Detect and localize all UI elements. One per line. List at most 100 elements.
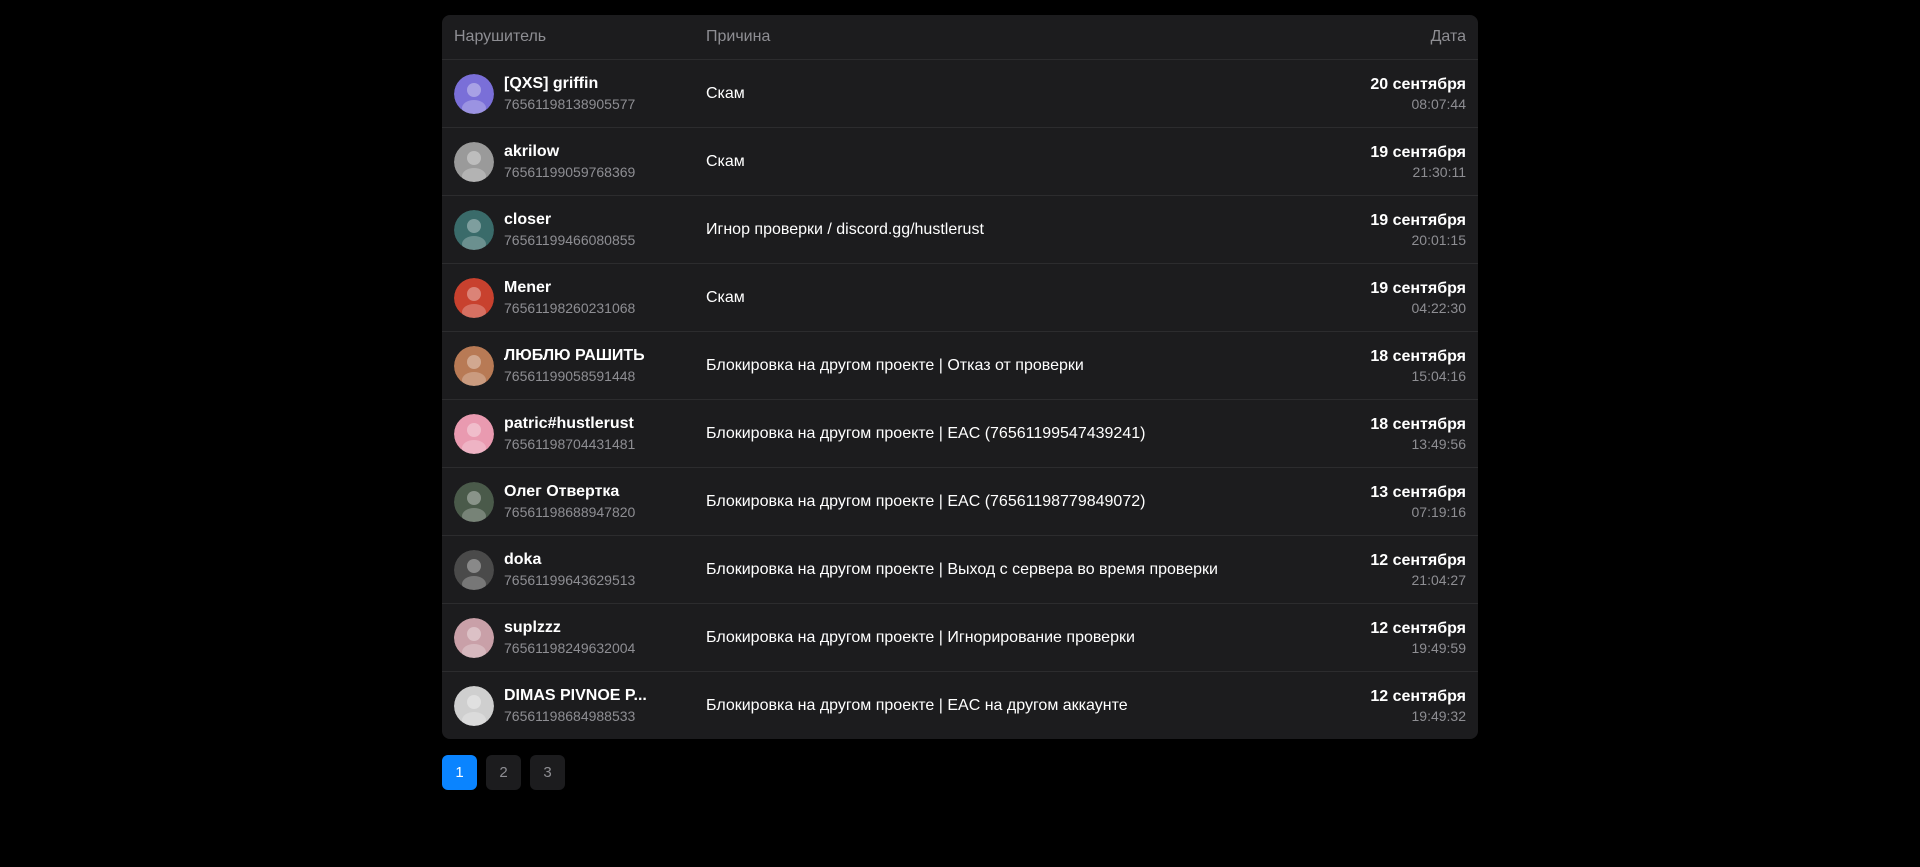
ban-reason: Блокировка на другом проекте | Отказ от …	[706, 356, 1084, 374]
page-button-2[interactable]: 2	[486, 755, 521, 790]
ban-time: 15:04:16	[1411, 367, 1467, 384]
steam-id: 76561198138905577	[504, 95, 636, 112]
user-name[interactable]: suplzzz	[504, 618, 635, 638]
user-info: ЛЮБЛЮ РАШИТЬ 76561199058591448	[504, 346, 645, 386]
pagination: 123	[442, 755, 1478, 790]
avatar-icon	[454, 73, 494, 114]
user-name[interactable]: [QXS] griffin	[504, 74, 635, 94]
user-info: suplzzz 76561198249632004	[504, 618, 635, 658]
user-info: akrilow 76561199059768369	[504, 142, 635, 182]
table-body: [QXS] griffin 76561198138905577 Скам 20 …	[442, 59, 1478, 739]
table-header: Нарушитель Причина Дата	[442, 15, 1478, 59]
ban-time: 20:01:15	[1411, 231, 1467, 248]
bans-table: Нарушитель Причина Дата [QXS] griffin 76…	[442, 15, 1478, 739]
user-info: DIMAS PIVNOE P... 76561198684988533	[504, 686, 647, 726]
steam-id: 76561199059768369	[504, 163, 636, 180]
avatar-icon	[454, 277, 494, 318]
table-row[interactable]: DIMAS PIVNOE P... 76561198684988533 Блок…	[442, 671, 1478, 739]
user-name[interactable]: Олег Отвертка	[504, 482, 635, 502]
table-row[interactable]: akrilow 76561199059768369 Скам 19 сентяб…	[442, 127, 1478, 195]
page-button-1[interactable]: 1	[442, 755, 477, 790]
table-row[interactable]: closer 76561199466080855 Игнор проверки …	[442, 195, 1478, 263]
avatar[interactable]	[454, 277, 494, 318]
avatar-icon	[454, 209, 494, 250]
table-row[interactable]: Олег Отвертка 76561198688947820 Блокиров…	[442, 467, 1478, 535]
ban-reason: Скам	[706, 84, 745, 102]
ban-reason: Блокировка на другом проекте | EAC на др…	[706, 696, 1128, 714]
table-row[interactable]: [QXS] griffin 76561198138905577 Скам 20 …	[442, 59, 1478, 127]
avatar[interactable]	[454, 73, 494, 114]
ban-reason: Блокировка на другом проекте | Игнориров…	[706, 628, 1135, 646]
ban-date: 19 сентября	[1370, 279, 1466, 297]
ban-date: 20 сентября	[1370, 75, 1466, 93]
ban-reason: Игнор проверки / discord.gg/hustlerust	[706, 220, 984, 238]
avatar-icon	[454, 481, 494, 522]
user-name[interactable]: doka	[504, 550, 635, 570]
ban-date-cell: 19 сентября 21:30:11	[1266, 143, 1466, 181]
table-row[interactable]: doka 76561199643629513 Блокировка на дру…	[442, 535, 1478, 603]
ban-date: 19 сентября	[1370, 143, 1466, 161]
steam-id: 76561199466080855	[504, 231, 636, 248]
table-row[interactable]: ЛЮБЛЮ РАШИТЬ 76561199058591448 Блокировк…	[442, 331, 1478, 399]
table-row[interactable]: patric#hustlerust 76561198704431481 Блок…	[442, 399, 1478, 467]
ban-time: 08:07:44	[1411, 95, 1467, 112]
steam-id: 76561199058591448	[504, 367, 636, 384]
header-reason: Причина	[706, 28, 771, 45]
steam-id: 76561198688947820	[504, 503, 636, 520]
steam-id: 76561198260231068	[504, 299, 636, 316]
ban-time: 19:49:32	[1411, 707, 1467, 724]
ban-date-cell: 19 сентября 04:22:30	[1266, 279, 1466, 317]
steam-id: 76561198684988533	[504, 707, 636, 724]
steam-id: 76561198704431481	[504, 435, 636, 452]
ban-time: 19:49:59	[1411, 639, 1467, 656]
avatar[interactable]	[454, 413, 494, 454]
avatar[interactable]	[454, 481, 494, 522]
avatar[interactable]	[454, 345, 494, 386]
user-name[interactable]: Mener	[504, 278, 635, 298]
header-offender: Нарушитель	[454, 28, 547, 45]
table-row[interactable]: Mener 76561198260231068 Скам 19 сентября…	[442, 263, 1478, 331]
table-row[interactable]: suplzzz 76561198249632004 Блокировка на …	[442, 603, 1478, 671]
ban-reason: Блокировка на другом проекте | Выход с с…	[706, 560, 1218, 578]
ban-time: 04:22:30	[1411, 299, 1467, 316]
offender-cell: akrilow 76561199059768369	[454, 141, 706, 182]
offender-cell: suplzzz 76561198249632004	[454, 617, 706, 658]
ban-date-cell: 18 сентября 15:04:16	[1266, 347, 1466, 385]
steam-id: 76561199643629513	[504, 571, 636, 588]
ban-date: 18 сентября	[1370, 347, 1466, 365]
ban-date: 19 сентября	[1370, 211, 1466, 229]
ban-reason: Блокировка на другом проекте | EAC (7656…	[706, 492, 1146, 510]
user-name[interactable]: closer	[504, 210, 635, 230]
user-info: patric#hustlerust 76561198704431481	[504, 414, 635, 454]
ban-time: 07:19:16	[1411, 503, 1467, 520]
avatar[interactable]	[454, 141, 494, 182]
user-name[interactable]: ЛЮБЛЮ РАШИТЬ	[504, 346, 645, 366]
ban-time: 13:49:56	[1411, 435, 1467, 452]
avatar-icon	[454, 141, 494, 182]
ban-date-cell: 12 сентября 21:04:27	[1266, 551, 1466, 589]
avatar[interactable]	[454, 549, 494, 590]
page-button-3[interactable]: 3	[530, 755, 565, 790]
offender-cell: DIMAS PIVNOE P... 76561198684988533	[454, 685, 706, 726]
ban-time: 21:30:11	[1412, 163, 1466, 180]
user-name[interactable]: patric#hustlerust	[504, 414, 635, 434]
user-info: doka 76561199643629513	[504, 550, 635, 590]
avatar[interactable]	[454, 685, 494, 726]
offender-cell: closer 76561199466080855	[454, 209, 706, 250]
offender-cell: patric#hustlerust 76561198704431481	[454, 413, 706, 454]
ban-date-cell: 12 сентября 19:49:59	[1266, 619, 1466, 657]
user-name[interactable]: DIMAS PIVNOE P...	[504, 686, 647, 706]
ban-date-cell: 13 сентября 07:19:16	[1266, 483, 1466, 521]
user-name[interactable]: akrilow	[504, 142, 635, 162]
steam-id: 76561198249632004	[504, 639, 636, 656]
user-info: Mener 76561198260231068	[504, 278, 635, 318]
offender-cell: Mener 76561198260231068	[454, 277, 706, 318]
ban-date-cell: 19 сентября 20:01:15	[1266, 211, 1466, 249]
user-info: closer 76561199466080855	[504, 210, 635, 250]
ban-date: 18 сентября	[1370, 415, 1466, 433]
avatar[interactable]	[454, 617, 494, 658]
user-info: Олег Отвертка 76561198688947820	[504, 482, 635, 522]
avatar[interactable]	[454, 209, 494, 250]
avatar-icon	[454, 345, 494, 386]
avatar-icon	[454, 549, 494, 590]
